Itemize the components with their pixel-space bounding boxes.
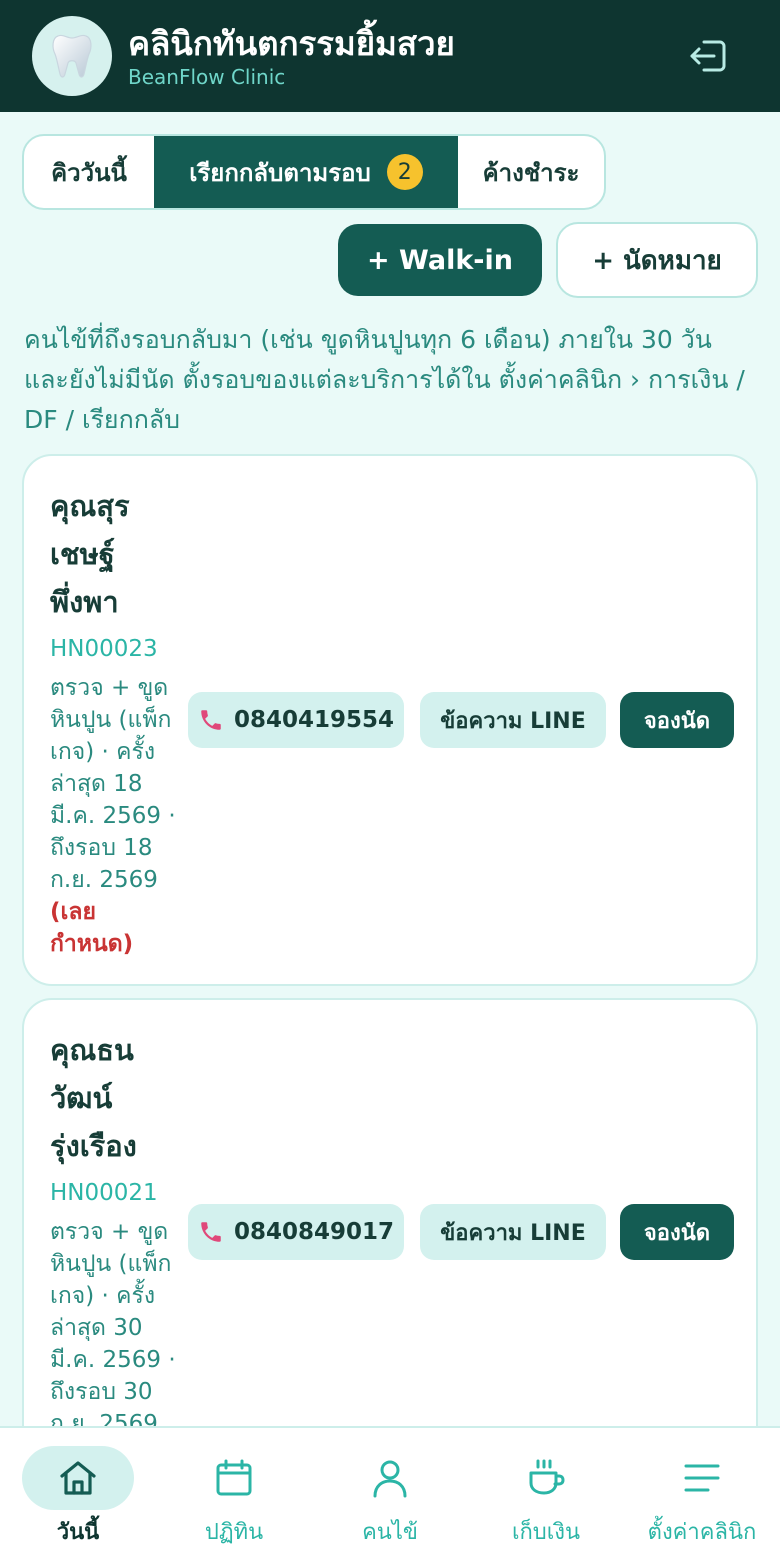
tab-label: ค้างชำระ xyxy=(482,158,580,187)
line-message-button[interactable]: ข้อความ LINE xyxy=(420,692,606,748)
queue-tabs: คิววันนี้ เรียกกลับตามรอบ 2 ค้างชำระ xyxy=(22,134,606,210)
walkin-button[interactable]: + Walk-in xyxy=(338,224,542,296)
tooth-icon xyxy=(52,34,92,78)
phone-number: 0840419554 xyxy=(233,707,395,733)
nav-label: เก็บเงิน xyxy=(511,1520,581,1545)
calendar-icon xyxy=(216,1459,252,1496)
tab-outstanding[interactable]: ค้างชำระ xyxy=(458,136,604,208)
clinic-name: คลินิกทันตกรรมยิ้มสวย xyxy=(128,24,455,63)
bottom-navigation: วันนี้ ปฏิทิน คนไข้ เก็บเงิน ตั้งค่าคลิน… xyxy=(0,1426,780,1560)
nav-calendar[interactable]: ปฏิทิน xyxy=(156,1428,312,1560)
tab-label: คิววันนี้ xyxy=(51,158,127,187)
home-icon xyxy=(60,1461,96,1495)
recall-details: ตรวจ + ขูดหินปูน (แพ็กเกจ) · ครั้งล่าสุด… xyxy=(50,1216,178,1440)
nav-label: ปฏิทิน xyxy=(204,1520,264,1545)
app-header: คลินิกทันตกรรมยิ้มสวย BeanFlow Clinic xyxy=(0,0,780,112)
logout-icon xyxy=(690,40,726,72)
recall-card: คุณสุร เชษฐ์ พึ่งพา HN00023 ตรวจ + ขูดหิ… xyxy=(22,454,758,986)
menu-icon xyxy=(684,1464,720,1492)
nav-clinic-settings[interactable]: ตั้งค่าคลินิก xyxy=(624,1428,780,1560)
patient-name: คุณธน วัฒน์ รุ่งเรือง xyxy=(50,1033,137,1163)
book-appointment-button[interactable]: จองนัด xyxy=(620,1204,734,1260)
coffee-cup-icon xyxy=(529,1459,565,1495)
tab-today-queue[interactable]: คิววันนี้ xyxy=(24,136,154,208)
call-phone-button[interactable]: 0840849017 xyxy=(188,1204,404,1260)
logout-button[interactable] xyxy=(684,34,732,78)
nav-billing[interactable]: เก็บเงิน xyxy=(468,1428,624,1560)
overdue-status: (เลยกำหนด) xyxy=(50,899,134,957)
line-message-button[interactable]: ข้อความ LINE xyxy=(420,1204,606,1260)
service-info: ตรวจ + ขูดหินปูน (แพ็กเกจ) · ครั้งล่าสุด… xyxy=(50,675,176,893)
recall-count-badge: 2 xyxy=(386,154,423,190)
nav-today[interactable]: วันนี้ xyxy=(0,1428,156,1560)
recall-details: ตรวจ + ขูดหินปูน (แพ็กเกจ) · ครั้งล่าสุด… xyxy=(50,672,178,960)
service-info: ตรวจ + ขูดหินปูน (แพ็กเกจ) · ครั้งล่าสุด… xyxy=(50,1219,176,1437)
phone-number: 0840849017 xyxy=(233,1219,395,1245)
call-phone-button[interactable]: 0840419554 xyxy=(188,692,404,748)
clinic-subtitle: BeanFlow Clinic xyxy=(128,65,286,89)
nav-patients[interactable]: คนไข้ xyxy=(312,1428,468,1560)
phone-icon xyxy=(198,1219,224,1245)
phone-icon xyxy=(198,707,224,733)
person-icon xyxy=(373,1460,407,1498)
nav-label: คนไข้ xyxy=(362,1520,418,1545)
patient-hn: HN00023 xyxy=(50,636,158,662)
recall-info-text: คนไข้ที่ถึงรอบกลับมา (เช่น ขูดหินปูนทุก … xyxy=(24,325,745,434)
book-appointment-button[interactable]: จองนัด xyxy=(620,692,734,748)
nav-label: ตั้งค่าคลินิก xyxy=(647,1520,757,1545)
nav-label: วันนี้ xyxy=(56,1520,100,1545)
new-appointment-button[interactable]: + นัดหมาย xyxy=(556,222,758,298)
patient-name: คุณสุร เชษฐ์ พึ่งพา xyxy=(50,489,130,619)
patient-hn: HN00021 xyxy=(50,1180,158,1206)
tab-label: เรียกกลับตามรอบ xyxy=(189,158,371,187)
tab-recall[interactable]: เรียกกลับตามรอบ 2 xyxy=(154,136,458,208)
clinic-logo xyxy=(32,16,112,96)
